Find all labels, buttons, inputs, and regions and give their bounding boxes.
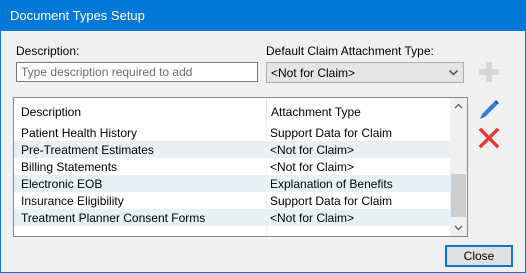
pencil-icon — [480, 100, 499, 119]
row-description: Treatment Planner Consent Forms — [21, 211, 206, 225]
column-header-attachment-type[interactable]: Attachment Type — [271, 105, 361, 119]
grid-header: Description Attachment Type — [14, 98, 452, 123]
row-attachment-type: Support Data for Claim — [270, 126, 393, 140]
x-icon — [478, 127, 500, 149]
column-header-description[interactable]: Description — [21, 105, 81, 119]
description-label: Description: — [16, 44, 80, 58]
scroll-down-icon[interactable] — [450, 219, 467, 236]
table-row[interactable]: Pre-Treatment Estimates <Not for Claim> — [14, 141, 452, 158]
row-attachment-type: <Not for Claim> — [270, 211, 355, 225]
attachment-type-label: Default Claim Attachment Type: — [266, 44, 434, 58]
description-input[interactable] — [16, 62, 258, 82]
document-types-window: Document Types Setup Description: Defaul… — [0, 0, 526, 273]
row-attachment-type: <Not for Claim> — [270, 160, 355, 174]
close-button[interactable]: Close — [445, 245, 513, 267]
attachment-type-selected: <Not for Claim> — [271, 66, 356, 80]
column-separator[interactable] — [266, 98, 267, 123]
row-attachment-type: Support Data for Claim — [270, 194, 393, 208]
scrollbar-thumb[interactable] — [451, 174, 466, 217]
scroll-up-icon[interactable] — [450, 98, 467, 115]
plus-icon — [479, 62, 499, 82]
new-row[interactable] — [14, 226, 452, 236]
title-bar[interactable]: Document Types Setup — [0, 0, 526, 31]
document-types-grid[interactable]: Description Attachment Type Patient Heal… — [13, 97, 468, 237]
row-description: Billing Statements — [21, 160, 118, 174]
row-attachment-type: <Not for Claim> — [270, 143, 355, 157]
table-row[interactable]: Patient Health History Support Data for … — [14, 124, 452, 141]
row-description: Pre-Treatment Estimates — [21, 143, 154, 157]
row-description: Electronic EOB — [21, 177, 103, 191]
chevron-down-icon — [449, 70, 458, 76]
row-description: Patient Health History — [21, 126, 138, 140]
row-description: Insurance Eligibility — [21, 194, 124, 208]
grid-rows: Patient Health History Support Data for … — [14, 124, 452, 236]
table-row[interactable]: Electronic EOB Explanation of Benefits — [14, 175, 452, 192]
add-button[interactable] — [477, 60, 501, 84]
window-title: Document Types Setup — [10, 8, 145, 23]
row-attachment-type: Explanation of Benefits — [270, 177, 393, 191]
table-row[interactable]: Insurance Eligibility Support Data for C… — [14, 192, 452, 209]
vertical-scrollbar[interactable] — [450, 98, 467, 236]
delete-button[interactable] — [478, 127, 500, 149]
table-row[interactable]: Billing Statements <Not for Claim> — [14, 158, 452, 175]
table-row[interactable]: Treatment Planner Consent Forms <Not for… — [14, 209, 452, 226]
dialog-body: Description: Default Claim Attachment Ty… — [1, 31, 525, 272]
edit-button[interactable] — [476, 97, 502, 123]
attachment-type-dropdown[interactable]: <Not for Claim> — [266, 62, 464, 83]
